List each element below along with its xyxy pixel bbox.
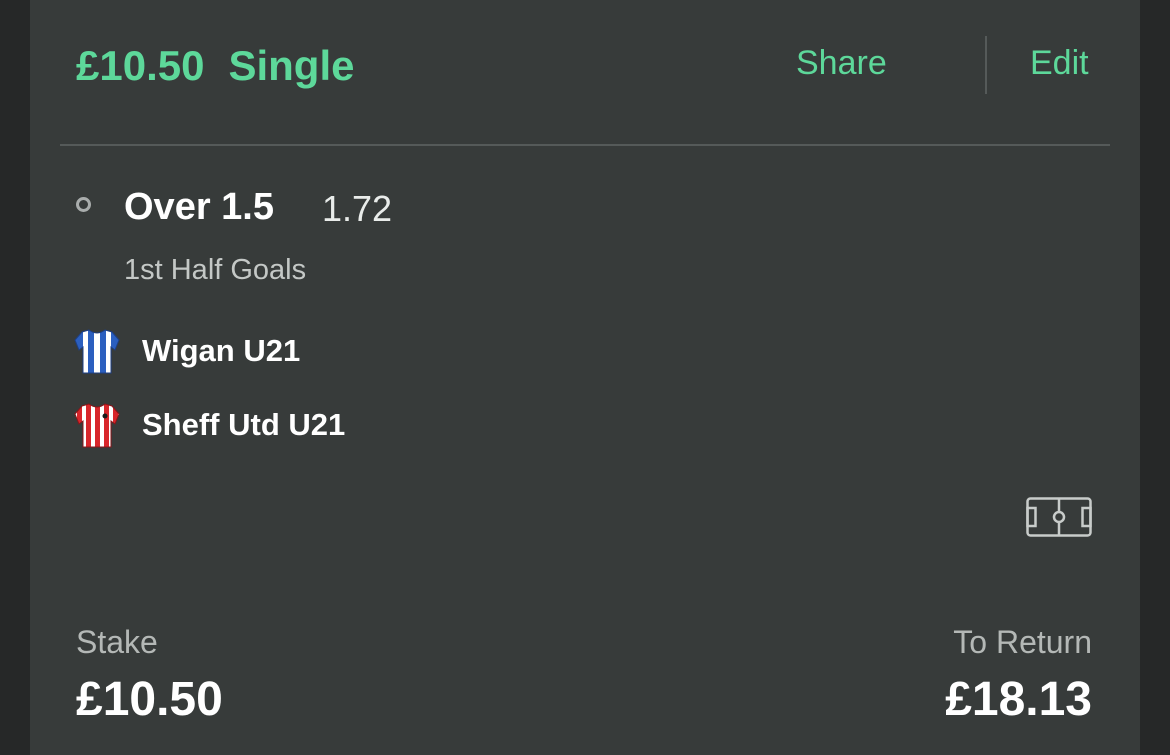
bet-type: Single [228,42,355,89]
share-button[interactable]: Share [796,44,887,83]
market-name: 1st Half Goals [124,254,307,286]
home-team-row: Wigan U21 [74,327,300,375]
home-team-name: Wigan U21 [142,333,301,368]
away-team-name: Sheff Utd U21 [142,407,346,442]
bet-card: £10.50 Single Share Edit Over 1.5 1.72 1s… [30,0,1140,755]
bet-header: £10.50 Single Share Edit [30,0,1140,146]
header-divider [985,36,987,94]
selection-name: Over 1.5 [124,186,274,228]
red-white-striped-shirt-icon [74,403,120,448]
return-value: £18.13 [945,673,1092,726]
bet-title: £10.50 Single [76,42,355,90]
section-divider [60,144,1110,146]
edit-button[interactable]: Edit [1030,44,1089,83]
stake-value: £10.50 [76,673,223,726]
football-pitch-icon[interactable] [1026,497,1092,537]
open-circle-icon [76,197,91,212]
return-label: To Return [953,624,1092,660]
stake-label: Stake [76,624,158,660]
blue-white-striped-shirt-icon [74,329,120,374]
selection-odds: 1.72 [322,188,393,229]
bet-stake-amount: £10.50 [76,42,205,89]
away-team-row: Sheff Utd U21 [74,401,345,449]
